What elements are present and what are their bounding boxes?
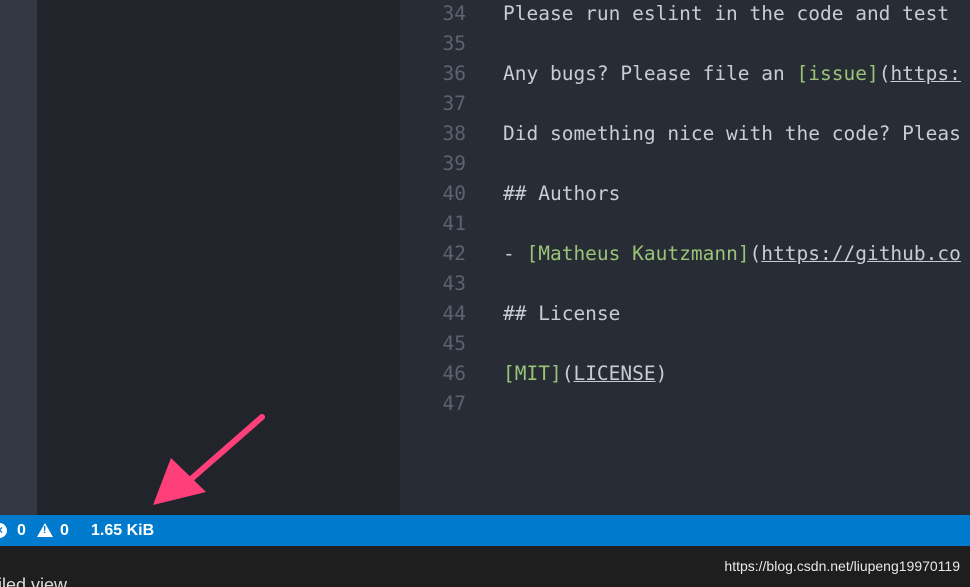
markdown-link-text: [Matheus Kautzmann] (526, 242, 750, 265)
line-code: [MIT](LICENSE) (503, 359, 667, 389)
line-code: Did something nice with the code? Pleas (503, 119, 961, 149)
status-bar: × 0 ! 0 1.65 KiB (0, 515, 970, 546)
line-number: 37 (442, 92, 466, 115)
bottom-panel: piled view https://blog.csdn.net/liupeng… (0, 546, 970, 587)
code-line[interactable]: 46 [MIT](LICENSE) (400, 359, 970, 389)
code-text: ( (749, 242, 762, 265)
code-line[interactable]: 45 (400, 329, 970, 359)
code-line[interactable]: 40 ## Authors (400, 179, 970, 209)
code-text: Please run eslint in the code and test (503, 2, 950, 25)
code-line[interactable]: 37 (400, 89, 970, 119)
code-line[interactable]: 41 (400, 209, 970, 239)
line-code: Any bugs? Please file an [issue](https: (503, 59, 961, 89)
line-code: - [Matheus Kautzmann](https://github.co (503, 239, 961, 269)
code-text: ## Authors (503, 182, 621, 205)
code-text: - (503, 242, 527, 265)
code-line[interactable]: 38 Did something nice with the code? Plea… (400, 119, 970, 149)
errors-indicator[interactable]: × 0 (0, 515, 30, 546)
markdown-link-url: LICENSE (573, 362, 656, 385)
warnings-indicator[interactable]: ! 0 (30, 515, 75, 546)
line-code: Please run eslint in the code and test (503, 0, 949, 29)
code-text: Did something nice with the code? Pleas (503, 122, 961, 145)
code-text: ## License (503, 302, 621, 325)
activity-bar (0, 0, 37, 515)
code-text: ( (878, 62, 891, 85)
errors-count: 0 (17, 522, 26, 539)
line-number: 45 (442, 332, 466, 355)
arrow-icon (153, 414, 265, 505)
line-number: 36 (442, 62, 466, 85)
markdown-link-text: [issue] (796, 62, 879, 85)
warnings-count: 0 (60, 522, 69, 539)
file-size[interactable]: 1.65 KiB (91, 515, 154, 546)
line-number: 43 (442, 272, 466, 295)
markdown-link-url: https://github.co (761, 242, 961, 265)
editor-pane[interactable]: 34 Please run eslint in the code and test… (400, 0, 970, 515)
line-number: 47 (442, 392, 466, 415)
line-number: 35 (442, 32, 466, 55)
code-line[interactable]: 47 (400, 389, 970, 419)
line-number: 42 (442, 242, 466, 265)
watermark-url: https://blog.csdn.net/liupeng19970119 (724, 558, 960, 574)
code-text: ( (561, 362, 574, 385)
markdown-link-text: [MIT] (503, 362, 562, 385)
line-number: 41 (442, 212, 466, 235)
error-circle-icon: × (0, 523, 7, 538)
line-number: 44 (442, 302, 466, 325)
line-number: 34 (442, 2, 466, 25)
markdown-link-url: https: (890, 62, 961, 85)
code-line[interactable]: 35 (400, 29, 970, 59)
panel-partial-text: piled view (0, 575, 68, 587)
code-line[interactable]: 42 - [Matheus Kautzmann](https://github.c… (400, 239, 970, 269)
code-line[interactable]: 39 (400, 149, 970, 179)
line-code: ## Authors (503, 179, 620, 209)
line-code: ## License (503, 299, 620, 329)
line-number: 39 (442, 152, 466, 175)
code-line[interactable]: 44 ## License (400, 299, 970, 329)
line-number: 38 (442, 122, 466, 145)
code-line[interactable]: 36 Any bugs? Please file an [issue](https… (400, 59, 970, 89)
code-text: Any bugs? Please file an (503, 62, 797, 85)
line-number: 40 (442, 182, 466, 205)
line-number: 46 (442, 362, 466, 385)
code-text: ) (655, 362, 668, 385)
code-line[interactable]: 43 (400, 269, 970, 299)
code-line[interactable]: 34 Please run eslint in the code and test (400, 0, 970, 29)
warning-triangle-icon: ! (37, 523, 53, 537)
